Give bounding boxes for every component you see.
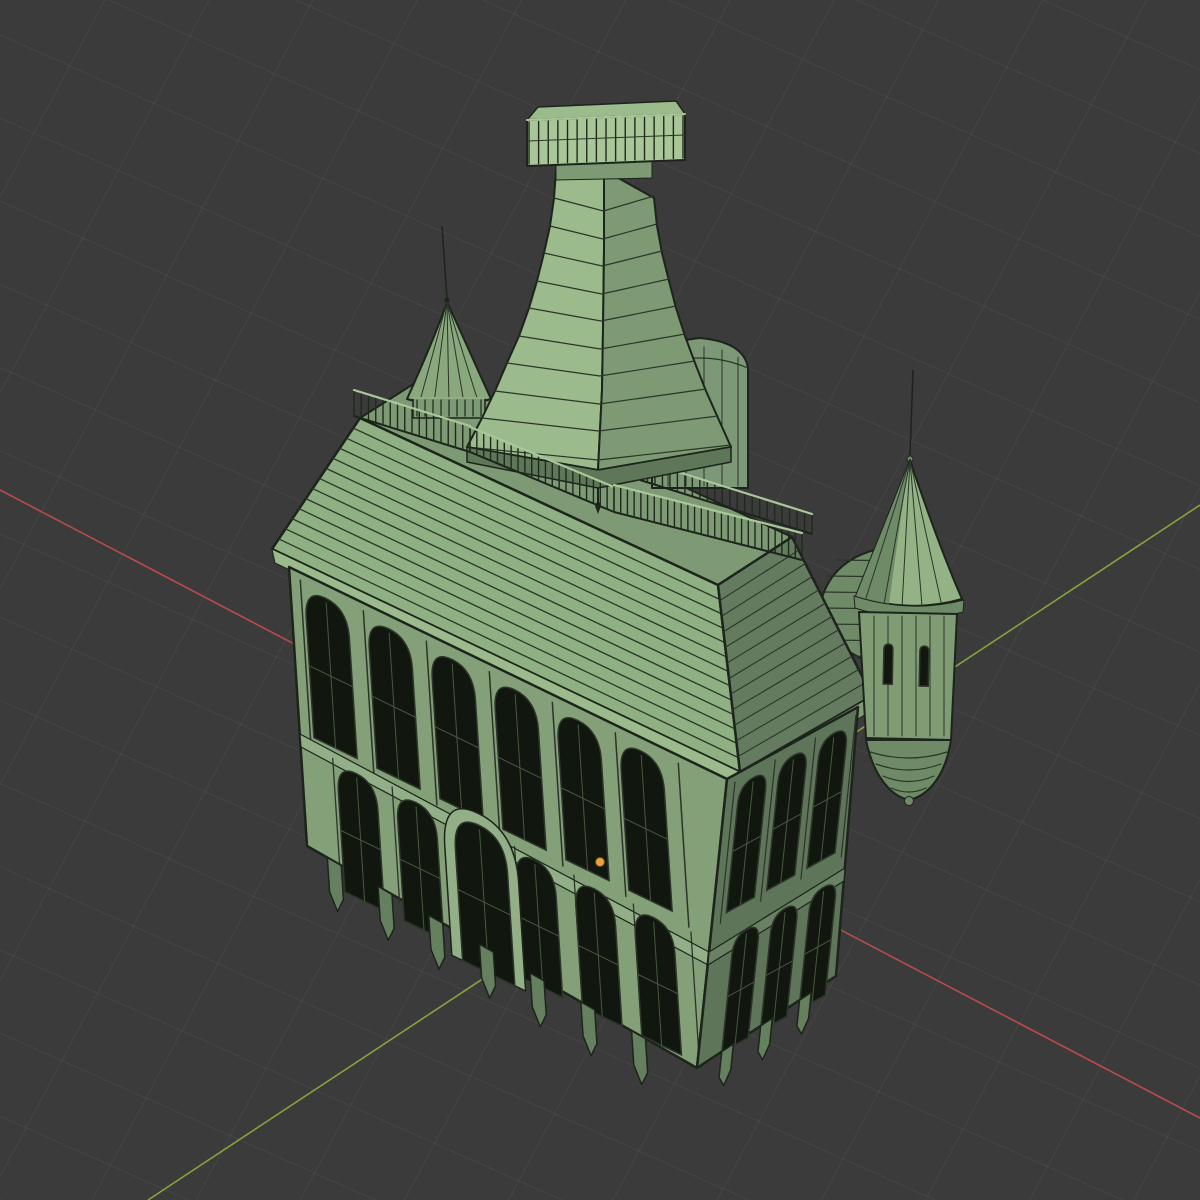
- buttress-pier: [580, 1001, 598, 1057]
- buttress-pier: [326, 856, 345, 913]
- corbel-knob: [904, 796, 914, 806]
- buttress-pier: [478, 943, 497, 999]
- building-model[interactable]: [270, 100, 965, 1087]
- viewport-canvas[interactable]: [0, 0, 1200, 1200]
- central-stepped-spire: [466, 100, 732, 514]
- spirelet-finial: [441, 225, 448, 301]
- buttress-pier: [630, 1029, 649, 1086]
- corner-turret: [853, 369, 965, 806]
- turret-finial: [909, 369, 914, 457]
- buttress-pier: [427, 914, 446, 970]
- 3d-viewport[interactable]: [0, 0, 1200, 1200]
- arched-window: [882, 643, 894, 685]
- spire-left-face: [466, 169, 605, 471]
- buttress-pier: [377, 885, 395, 942]
- buttress-pier: [529, 972, 547, 1028]
- spire-right-face: [597, 169, 732, 471]
- object-origin-marker: [595, 857, 605, 867]
- arched-window: [918, 645, 930, 687]
